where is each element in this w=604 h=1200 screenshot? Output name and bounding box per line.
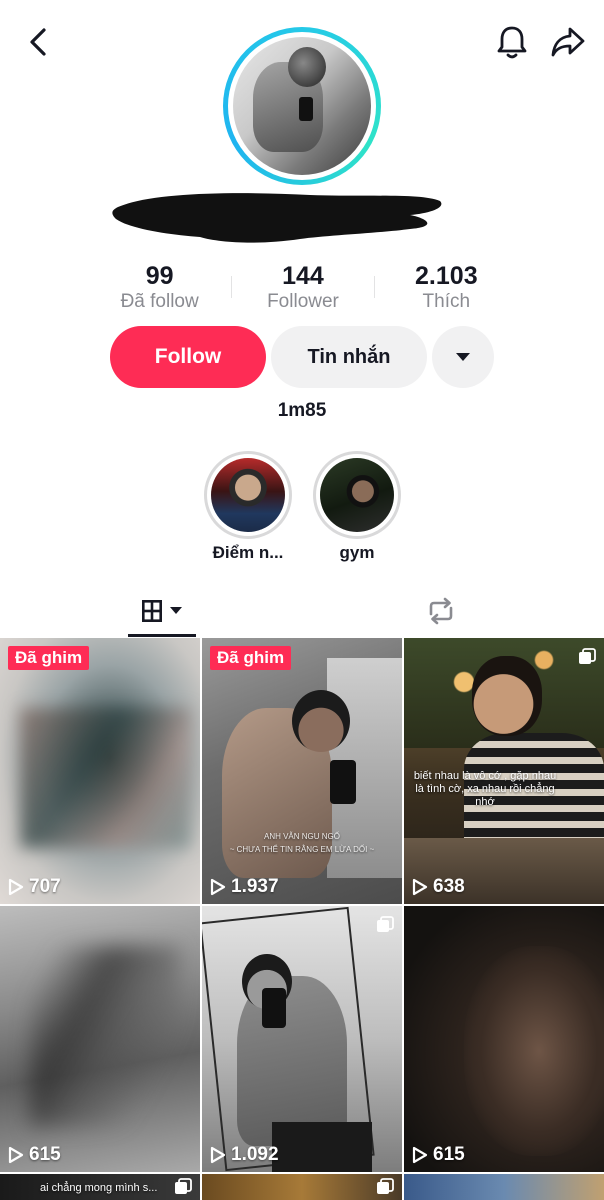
- highlight-item[interactable]: gym: [313, 451, 401, 563]
- view-count-value: 1.937: [231, 876, 279, 897]
- video-thumbnail[interactable]: 615: [404, 906, 604, 1172]
- likes-label: Thích: [422, 291, 471, 312]
- multi-image-icon: [377, 1178, 394, 1194]
- pinned-badge: Đã ghim: [210, 646, 292, 670]
- stat-likes[interactable]: 2.103 Thích: [375, 262, 518, 314]
- tab-reposts[interactable]: [410, 584, 472, 638]
- view-count-value: 615: [29, 1144, 61, 1165]
- video-caption: ANH VẪN NGU NGỐ ~ CHƯA THỂ TIN RẰNG EM L…: [229, 832, 375, 854]
- play-icon: [8, 1146, 24, 1164]
- view-count: 615: [412, 1144, 465, 1166]
- bell-icon: [497, 26, 527, 59]
- active-tab-indicator: [128, 634, 196, 637]
- view-count: 638: [412, 876, 465, 898]
- repost-icon: [429, 597, 453, 625]
- highlight-label: gym: [339, 543, 375, 562]
- divider: [231, 276, 232, 298]
- play-icon: [412, 878, 428, 896]
- video-thumbnail[interactable]: ai chẳng mong mình s...: [0, 1174, 200, 1200]
- highlight-label: Điểm n...: [212, 543, 284, 562]
- view-count: 615: [8, 1144, 61, 1166]
- multi-image-icon: [579, 648, 596, 664]
- more-options-button[interactable]: [432, 326, 494, 388]
- play-icon: [210, 1146, 226, 1164]
- video-thumbnail[interactable]: 1.092: [202, 906, 402, 1172]
- highlight-thumbnail: [320, 458, 394, 532]
- video-caption: biết nhau là vô cớ , gặp nhau là tình cờ…: [413, 770, 557, 808]
- following-count: 99: [145, 262, 174, 290]
- content-tabs: [0, 584, 604, 638]
- stat-followers[interactable]: 144 Follower: [231, 262, 374, 314]
- view-count-value: 707: [29, 876, 61, 897]
- highlight-thumbnail: [211, 458, 285, 532]
- chevron-left-icon: [30, 28, 46, 56]
- play-icon: [8, 878, 24, 896]
- multi-image-icon: [377, 916, 394, 932]
- video-thumbnail[interactable]: [404, 1174, 604, 1200]
- view-count: 1.937: [210, 876, 279, 898]
- stat-following[interactable]: 99 Đã follow: [88, 262, 231, 314]
- avatar-photo: [233, 37, 371, 175]
- grid-icon: [142, 600, 182, 622]
- play-icon: [210, 878, 226, 896]
- follow-button[interactable]: Follow: [110, 326, 266, 388]
- view-count: 1.092: [210, 1144, 279, 1166]
- video-thumbnail[interactable]: 615: [0, 906, 200, 1172]
- view-count: 707: [8, 876, 61, 898]
- share-arrow-icon: [551, 27, 585, 57]
- redacted-username: [112, 193, 442, 243]
- pinned-badge: Đã ghim: [8, 646, 90, 670]
- view-count-value: 638: [433, 876, 465, 897]
- divider: [374, 276, 375, 298]
- notifications-button[interactable]: [490, 20, 534, 64]
- tab-videos[interactable]: [128, 584, 196, 638]
- view-count-value: 1.092: [231, 1144, 279, 1165]
- view-count-value: 615: [433, 1144, 465, 1165]
- back-button[interactable]: [18, 22, 58, 62]
- caret-down-icon: [456, 353, 470, 361]
- profile-bio: 1m85: [277, 400, 327, 421]
- video-thumbnail[interactable]: Đã ghim 707: [0, 638, 200, 904]
- share-button[interactable]: [546, 20, 590, 64]
- profile-avatar[interactable]: [223, 27, 381, 185]
- video-thumbnail[interactable]: biết nhau là vô cớ , gặp nhau là tình cờ…: [404, 638, 604, 904]
- highlight-item[interactable]: Điểm n...: [204, 451, 292, 563]
- message-button[interactable]: Tin nhắn: [271, 326, 427, 388]
- following-label: Đã follow: [120, 291, 199, 312]
- followers-label: Follower: [267, 291, 339, 312]
- likes-count: 2.103: [415, 262, 478, 290]
- multi-image-icon: [175, 1178, 192, 1194]
- followers-count: 144: [282, 262, 324, 290]
- video-thumbnail[interactable]: [202, 1174, 402, 1200]
- profile-stats: 99 Đã follow 144 Follower 2.103 Thích: [88, 262, 518, 314]
- video-thumbnail[interactable]: ANH VẪN NGU NGỐ ~ CHƯA THỂ TIN RẰNG EM L…: [202, 638, 402, 904]
- play-icon: [412, 1146, 428, 1164]
